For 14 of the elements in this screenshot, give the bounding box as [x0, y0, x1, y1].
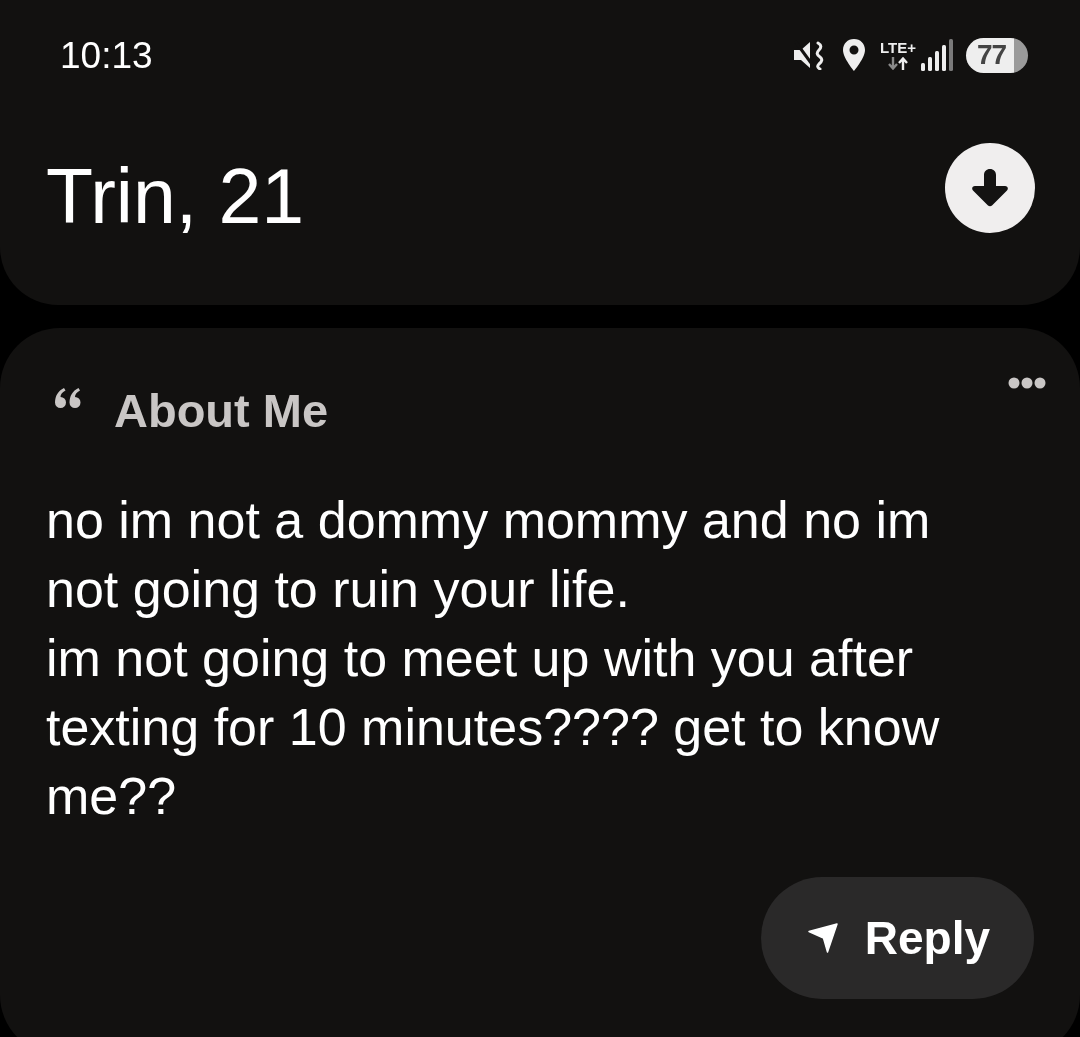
quote-mark-icon: [55, 388, 81, 408]
battery-percentage: 77: [977, 41, 1007, 69]
section-title: About Me: [114, 387, 329, 434]
profile-name-age: Trin, 21: [46, 158, 305, 235]
navigation-arrow-icon: [807, 923, 838, 953]
more-options-icon[interactable]: [1008, 377, 1046, 389]
arrow-down-icon: [972, 169, 1008, 207]
signal-bars-icon: [921, 39, 953, 71]
reply-button[interactable]: Reply: [760, 877, 1034, 999]
status-time: 10:13: [60, 36, 153, 74]
data-arrows-icon: [887, 57, 909, 70]
about-me-text: no im not a dommy mommy and no im not going to ruin your life. im not going to meet up with you after texting for 10 minutes???? get to know me??: [46, 490, 941, 827]
network-type-label: LTE+: [880, 40, 916, 55]
location-pin-icon: [843, 39, 865, 71]
